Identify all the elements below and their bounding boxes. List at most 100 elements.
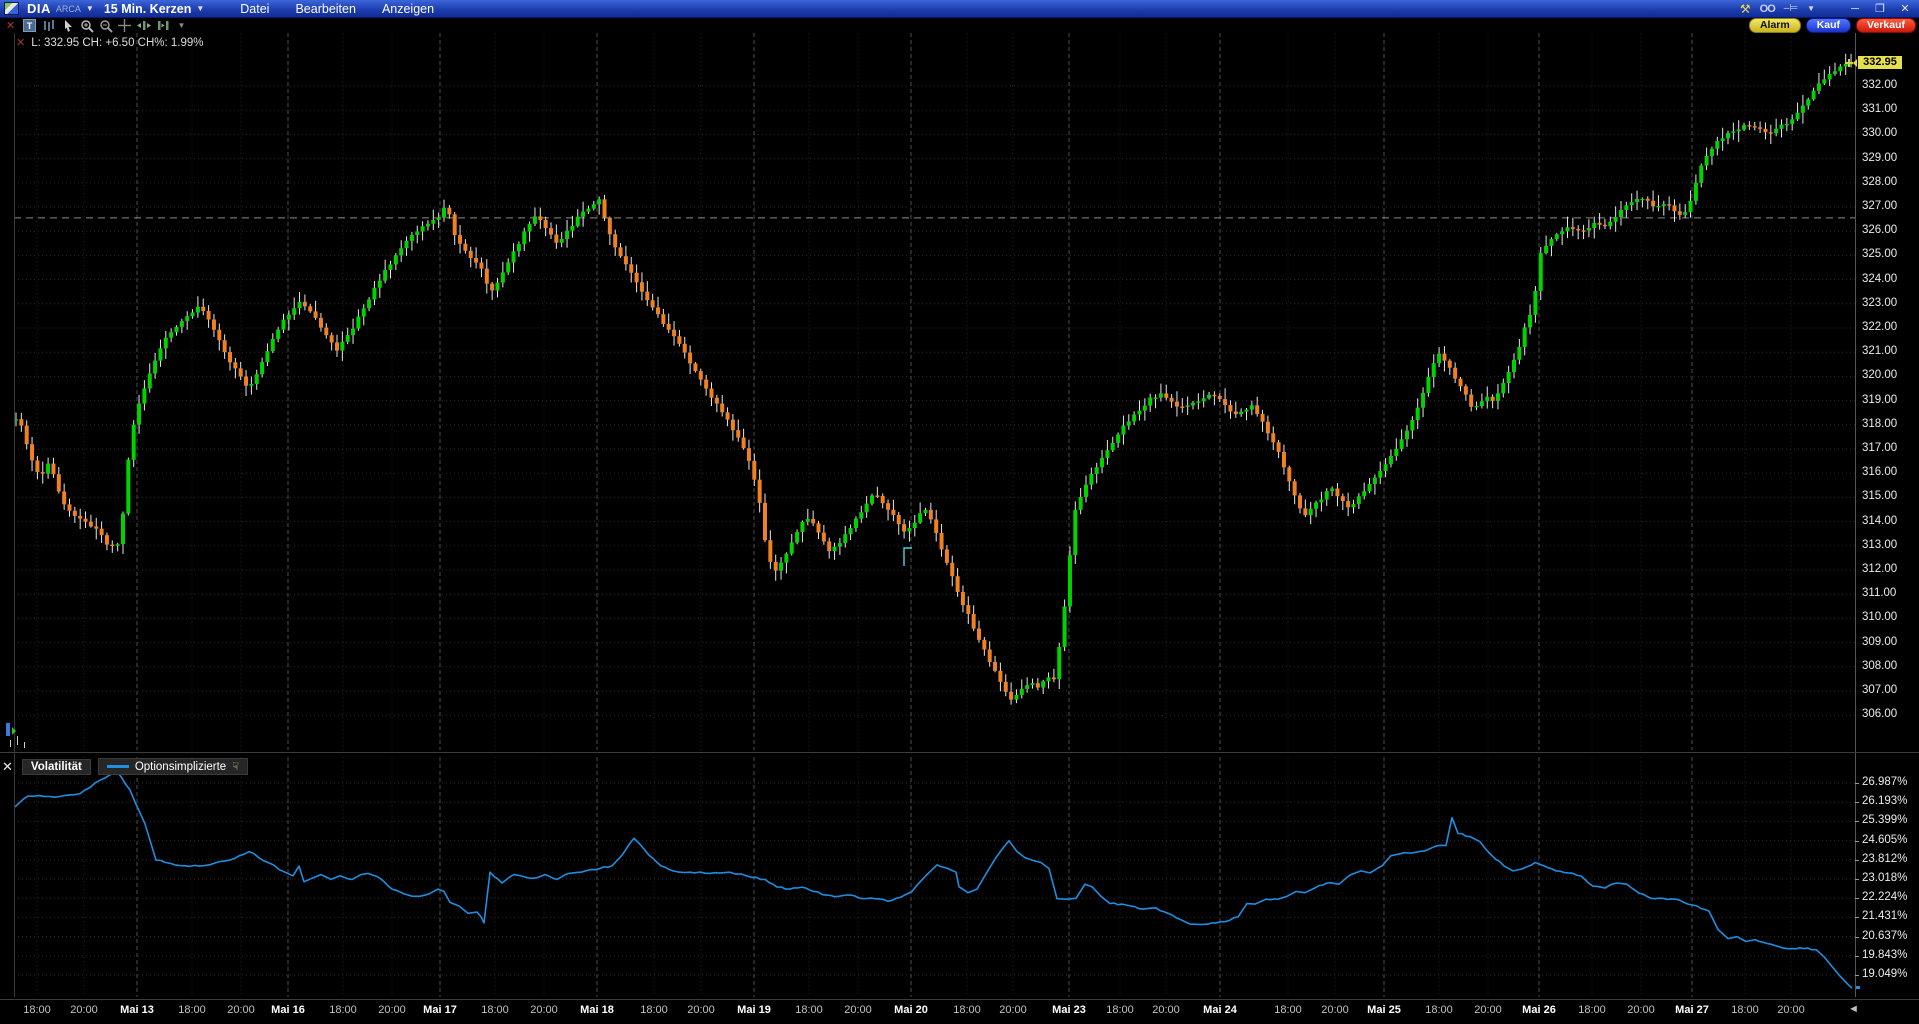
time-axis-day-label[interactable]: Mai 24 [1203,1004,1237,1016]
time-axis-label[interactable]: 20:00 [227,1004,255,1016]
panel-close-icon[interactable]: ✕ [2,759,13,775]
price-axis-label[interactable]: 312.00 [1862,563,1897,575]
menu-bearbeiten[interactable]: Bearbeiten [295,2,355,16]
price-axis-label[interactable]: 323.00 [1862,297,1897,309]
time-axis-label[interactable]: 20:00 [687,1004,715,1016]
vol-axis-label[interactable]: 25.399% [1862,814,1907,826]
time-axis-label[interactable]: 18:00 [1425,1004,1453,1016]
series-chip[interactable]: Optionsimplizierte ☟ [97,758,248,775]
scroll-marker-icon[interactable] [6,723,10,736]
verkauf-button[interactable]: Verkauf [1856,18,1916,33]
close-icon[interactable]: ✕ [2,19,19,32]
panel-divider[interactable] [0,752,1919,753]
time-axis-label[interactable]: 18:00 [953,1004,981,1016]
price-axis-label[interactable]: 311.00 [1862,587,1896,599]
candlestick-chart[interactable] [0,0,1919,1024]
time-axis-day-label[interactable]: Mai 26 [1522,1004,1556,1016]
time-axis-label[interactable]: 20:00 [1777,1004,1805,1016]
time-axis-label[interactable]: 18:00 [1106,1004,1134,1016]
pin-icon[interactable]: –⊨ [1784,3,1798,14]
time-axis-day-label[interactable]: Mai 20 [894,1004,928,1016]
volatility-title-chip[interactable]: Volatilität [21,758,91,775]
compress-bars-icon[interactable] [154,19,171,32]
time-axis-day-label[interactable]: Mai 16 [271,1004,305,1016]
symbol-dropdown-icon[interactable]: ▼ [86,4,94,13]
price-axis-label[interactable]: 324.00 [1862,273,1897,285]
time-axis-label[interactable]: 20:00 [1152,1004,1180,1016]
price-axis-label[interactable]: 313.00 [1862,539,1897,551]
time-axis-label[interactable]: 20:00 [530,1004,558,1016]
time-axis-day-label[interactable]: Mai 17 [423,1004,457,1016]
chain-links-icon[interactable]: OO [1760,3,1776,15]
restore-button[interactable]: ❐ [1872,2,1888,15]
price-axis-label[interactable]: 314.00 [1862,515,1897,527]
price-axis-label[interactable]: 327.00 [1862,200,1897,212]
crosshair-icon[interactable] [116,19,133,32]
time-axis-label[interactable]: 18:00 [23,1004,51,1016]
time-axis-label[interactable]: 18:00 [1578,1004,1606,1016]
zoom-out-icon[interactable] [97,19,114,33]
vol-axis-label[interactable]: 24.605% [1862,834,1907,846]
time-axis-label[interactable]: 20:00 [1321,1004,1349,1016]
time-axis-day-label[interactable]: Mai 19 [737,1004,771,1016]
price-axis-label[interactable]: 326.00 [1862,224,1897,236]
vol-axis-label[interactable]: 22.224% [1862,891,1907,903]
price-axis-label[interactable]: 330.00 [1862,127,1897,139]
expand-bars-icon[interactable] [135,19,152,32]
time-axis-label[interactable]: 18:00 [481,1004,509,1016]
price-axis-label[interactable]: 332.00 [1862,79,1897,91]
axis-separator[interactable] [1855,33,1856,997]
close-button[interactable]: ✕ [1897,2,1913,15]
zoom-in-icon[interactable] [78,19,95,33]
time-axis-label[interactable]: 20:00 [999,1004,1027,1016]
legend-delete-icon[interactable]: ✕ [16,36,25,49]
time-axis-label[interactable]: 18:00 [640,1004,668,1016]
price-axis-label[interactable]: 309.00 [1862,636,1897,648]
vol-axis-label[interactable]: 26.987% [1862,776,1907,788]
interval-selector[interactable]: 15 Min. Kerzen [104,2,192,16]
time-axis-day-label[interactable]: Mai 27 [1675,1004,1709,1016]
scroll-to-latest-icon[interactable]: ◄ [1848,1003,1859,1015]
time-axis-day-label[interactable]: Mai 18 [580,1004,614,1016]
time-axis-label[interactable]: 20:00 [1474,1004,1502,1016]
dropdown-icon[interactable]: ▼ [1807,4,1815,13]
price-axis-label[interactable]: 306.00 [1862,708,1897,720]
price-axis-label[interactable]: 320.00 [1862,369,1897,381]
time-axis-day-label[interactable]: Mai 25 [1367,1004,1401,1016]
price-axis-label[interactable]: 315.00 [1862,490,1897,502]
time-axis-label[interactable]: 18:00 [1274,1004,1302,1016]
price-axis-label[interactable]: 310.00 [1862,611,1897,623]
price-axis-label[interactable]: 322.00 [1862,321,1897,333]
vol-axis-label[interactable]: 23.018% [1862,872,1907,884]
price-axis-label[interactable]: 329.00 [1862,152,1897,164]
minimize-button[interactable]: ─ [1847,3,1863,15]
price-axis-label[interactable]: 319.00 [1862,394,1897,406]
cursor-icon[interactable] [59,19,76,32]
time-axis-label[interactable]: 18:00 [329,1004,357,1016]
bars-icon[interactable] [40,19,57,32]
price-axis-label[interactable]: 321.00 [1862,345,1897,357]
kauf-button[interactable]: Kauf [1805,18,1852,33]
wrench-icon[interactable]: ⚒ [1740,2,1751,16]
vol-axis-label[interactable]: 20.637% [1862,930,1907,942]
price-axis-label[interactable]: 328.00 [1862,176,1897,188]
time-axis-label[interactable]: 20:00 [378,1004,406,1016]
interval-dropdown-icon[interactable]: ▼ [196,4,204,13]
time-axis-label[interactable]: 18:00 [178,1004,206,1016]
vol-axis-label[interactable]: 21.431% [1862,910,1907,922]
price-axis-label[interactable]: 331.00 [1862,103,1897,115]
price-axis-label[interactable]: 307.00 [1862,684,1897,696]
alarm-button[interactable]: Alarm [1748,18,1801,33]
time-axis-label[interactable]: 20:00 [844,1004,872,1016]
symbol-label[interactable]: DIA [27,1,51,16]
menu-anzeigen[interactable]: Anzeigen [382,2,434,16]
time-axis-label[interactable]: 18:00 [795,1004,823,1016]
vol-axis-label[interactable]: 26.193% [1862,795,1907,807]
price-axis-label[interactable]: 308.00 [1862,660,1897,672]
time-axis-day-label[interactable]: Mai 13 [120,1004,154,1016]
price-axis-label[interactable]: 316.00 [1862,466,1897,478]
text-tool-icon[interactable]: T [21,19,38,32]
time-axis-day-label[interactable]: Mai 23 [1052,1004,1086,1016]
vol-axis-label[interactable]: 19.843% [1862,949,1907,961]
dropdown-icon[interactable]: ▼ [173,19,190,32]
